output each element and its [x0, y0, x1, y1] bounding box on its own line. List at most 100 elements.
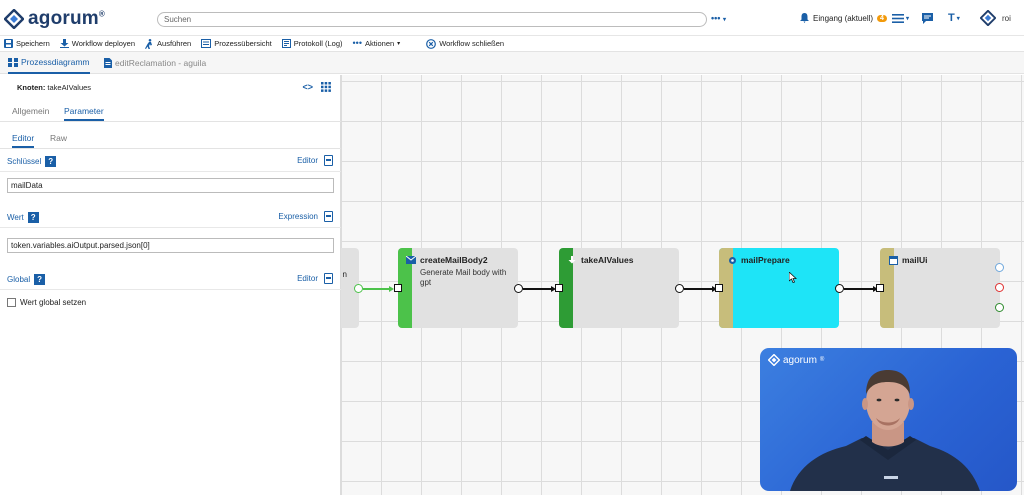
- user-initials: roi: [1002, 13, 1011, 23]
- inbox-button[interactable]: Eingang (aktuell) 4: [800, 13, 887, 23]
- global-mode-toggle[interactable]: Editor: [297, 273, 333, 284]
- node-label: Knoten:: [17, 83, 46, 92]
- help-icon[interactable]: ?: [27, 212, 39, 223]
- mode-switch-icon: [324, 211, 333, 222]
- input-port[interactable]: [555, 284, 563, 292]
- diagram-node-takeAIValues[interactable]: takeAIValues: [559, 248, 679, 328]
- editor-tabs: Prozessdiagramm editReclamation - aguila: [0, 52, 1024, 74]
- search-input[interactable]: Suchen: [157, 12, 707, 27]
- key-mode-toggle[interactable]: Editor: [297, 155, 333, 166]
- log-button[interactable]: Protokoll (Log): [281, 39, 343, 48]
- help-icon[interactable]: ?: [45, 156, 57, 167]
- process-overview-button[interactable]: Prozessübersicht: [201, 39, 272, 48]
- save-button[interactable]: Speichern: [4, 39, 50, 48]
- agorum-logo[interactable]: agorum®: [4, 8, 105, 30]
- tab-raw[interactable]: Raw: [50, 133, 67, 143]
- node-title: mailPrepare: [741, 255, 790, 265]
- output-port[interactable]: [354, 284, 363, 293]
- top-bar: agorum® Suchen ••• ▾ Eingang (aktuell) 4…: [0, 0, 1024, 36]
- output-port[interactable]: [514, 284, 523, 293]
- code-view-icon[interactable]: <>: [302, 82, 313, 92]
- diagram-node-mailPrepare[interactable]: mailPrepare: [719, 248, 839, 328]
- close-circle-icon: [426, 38, 437, 49]
- exit-port-red[interactable]: [995, 283, 1004, 292]
- value-input[interactable]: token.variables.aiOutput.parsed.json[0]: [7, 238, 334, 253]
- window-icon: [888, 255, 898, 265]
- connector-line: [523, 288, 552, 290]
- key-input[interactable]: mailData: [7, 178, 334, 193]
- global-row: Global? Editor: [0, 268, 341, 290]
- panel-tabs: Allgemein Parameter: [0, 100, 341, 122]
- diagram-node-mailUi[interactable]: mailUi: [880, 248, 1000, 328]
- input-port[interactable]: [394, 284, 402, 292]
- key-row: Schlüssel? Editor: [0, 150, 341, 172]
- gear-icon: [727, 255, 737, 265]
- editor-mode-tabs: Editor Raw: [0, 125, 341, 149]
- bell-icon: [800, 13, 809, 23]
- close-workflow-button[interactable]: Workflow schließen: [426, 38, 504, 49]
- global-checkbox[interactable]: [7, 298, 16, 307]
- exit-port-green[interactable]: [995, 303, 1004, 312]
- node-desc: Generate Mail body with gpt: [420, 268, 507, 287]
- user-menu[interactable]: roi: [980, 10, 1011, 26]
- connector-line: [684, 288, 714, 290]
- email-icon: [406, 255, 416, 265]
- output-port[interactable]: [675, 284, 684, 293]
- node-title: takeAIValues: [581, 255, 634, 265]
- tab-editor[interactable]: Editor: [12, 133, 35, 148]
- tab-parameter[interactable]: Parameter: [64, 106, 104, 121]
- document-icon: [104, 58, 112, 68]
- input-port[interactable]: [876, 284, 884, 292]
- webcam-overlay: agorum ®: [760, 348, 1017, 491]
- tab-process-diagram[interactable]: Prozessdiagramm: [8, 52, 90, 74]
- chat-icon: [922, 12, 933, 24]
- help-icon[interactable]: ?: [34, 274, 46, 285]
- value-row: Wert? Expression: [0, 206, 341, 228]
- connector-line: [844, 288, 875, 290]
- chat-button[interactable]: [922, 10, 933, 26]
- download-icon: [59, 39, 69, 48]
- global-label: Global?: [7, 274, 46, 285]
- deploy-workflow-button[interactable]: Workflow deployen: [59, 39, 135, 48]
- global-checkbox-row[interactable]: Wert global setzen: [7, 298, 86, 307]
- node-desc: n: [342, 270, 347, 279]
- actions-menu-button[interactable]: ••• Aktionen ▾: [352, 38, 401, 49]
- node-title: createMailBody2: [420, 255, 488, 265]
- node-properties-panel: Knoten: takeAIValues <> Allgemein Parame…: [0, 75, 341, 495]
- more-menu-button[interactable]: ••• ▾: [711, 13, 735, 26]
- action-toolbar: Speichern Workflow deployen Ausführen Pr…: [0, 36, 1024, 52]
- hamburger-icon: [892, 13, 904, 23]
- diagram-node-createMailBody2[interactable]: createMailBody2 Generate Mail body with …: [398, 248, 518, 328]
- node-name: takeAIValues: [47, 83, 92, 92]
- logo-text: agorum®: [28, 8, 105, 29]
- tab-edit-reclamation[interactable]: editReclamation - aguila: [104, 52, 206, 74]
- download-icon: [567, 255, 577, 265]
- user-logo-icon: [980, 10, 996, 26]
- grid-view-icon[interactable]: [321, 82, 331, 92]
- key-label: Schlüssel?: [7, 156, 57, 167]
- global-checkbox-label: Wert global setzen: [20, 298, 87, 307]
- output-port[interactable]: [835, 284, 844, 293]
- run-icon: [145, 38, 153, 49]
- more-icon: •••: [352, 38, 362, 48]
- value-label: Wert?: [7, 212, 39, 223]
- diagram-icon: [8, 57, 18, 67]
- node-header: Knoten: takeAIValues <>: [0, 75, 341, 100]
- text-format-button[interactable]: T ▾: [948, 10, 960, 26]
- exit-port-blue[interactable]: [995, 263, 1004, 272]
- mode-switch-icon: [324, 273, 333, 284]
- inbox-count-badge: 4: [877, 14, 887, 22]
- save-icon: [4, 39, 13, 48]
- input-port[interactable]: [715, 284, 723, 292]
- log-icon: [281, 39, 291, 48]
- connector-line: [363, 288, 390, 290]
- inbox-label: Eingang (aktuell): [813, 13, 874, 23]
- tab-allgemein[interactable]: Allgemein: [12, 106, 49, 116]
- agorum-logo-icon: [4, 9, 24, 29]
- menu-button[interactable]: ▾: [892, 10, 909, 26]
- run-button[interactable]: Ausführen: [145, 38, 191, 49]
- mouse-cursor-icon: [789, 272, 797, 283]
- node-title: mailUi: [902, 255, 928, 265]
- mode-switch-icon: [324, 155, 333, 166]
- value-mode-toggle[interactable]: Expression: [278, 211, 333, 222]
